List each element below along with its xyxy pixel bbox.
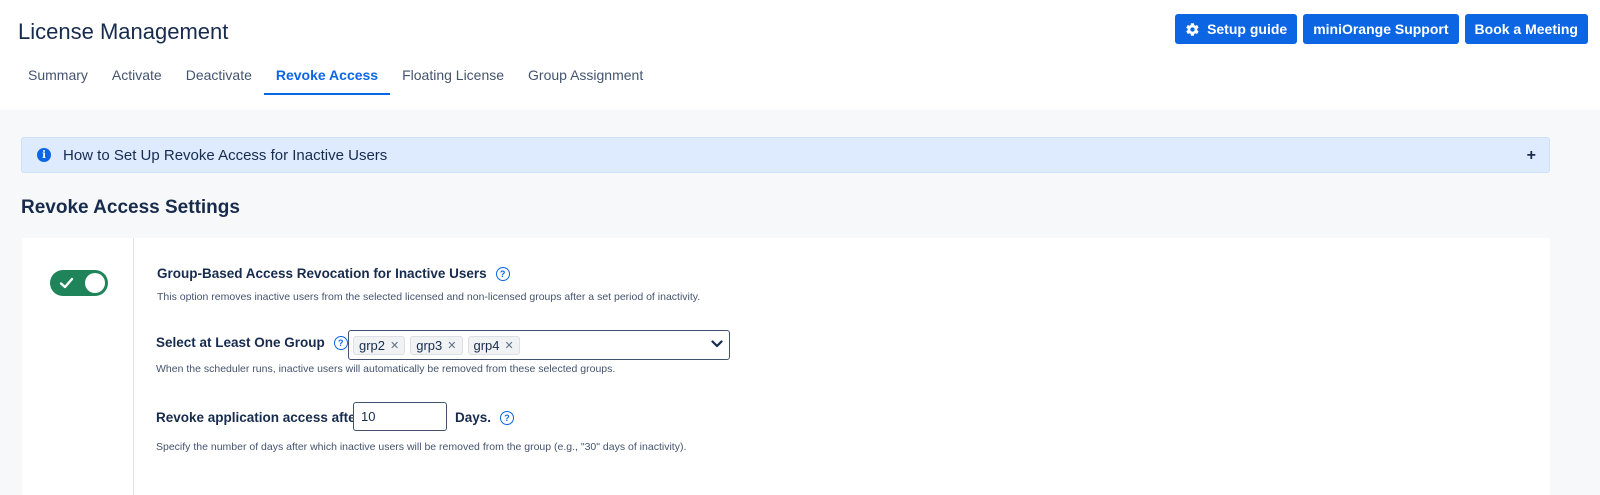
tab-group-assignment[interactable]: Group Assignment bbox=[516, 58, 655, 95]
top-bar: License Management Setup guide miniOrang… bbox=[0, 0, 1600, 110]
support-label: miniOrange Support bbox=[1313, 21, 1449, 37]
option-title-text: Group-Based Access Revocation for Inacti… bbox=[157, 266, 487, 281]
remove-chip-icon[interactable]: ✕ bbox=[447, 339, 456, 352]
book-meeting-label: Book a Meeting bbox=[1474, 21, 1578, 37]
tab-bar: Summary Activate Deactivate Revoke Acces… bbox=[16, 58, 655, 95]
group-multiselect[interactable]: grp2 ✕ grp3 ✕ grp4 ✕ bbox=[348, 330, 730, 360]
question-circle-icon[interactable]: ? bbox=[500, 410, 515, 425]
group-chip: grp4 ✕ bbox=[467, 335, 520, 355]
page-title: License Management bbox=[18, 19, 229, 44]
info-icon: i bbox=[37, 148, 51, 162]
question-circle-icon[interactable]: ? bbox=[495, 266, 510, 281]
group-revocation-toggle[interactable] bbox=[50, 270, 108, 296]
tab-summary[interactable]: Summary bbox=[16, 58, 100, 95]
group-chip-label: grp2 bbox=[359, 337, 386, 353]
question-circle-icon[interactable]: ? bbox=[333, 335, 348, 350]
option-title: Group-Based Access Revocation for Inacti… bbox=[157, 266, 510, 281]
expand-icon[interactable]: + bbox=[1527, 147, 1536, 165]
support-button[interactable]: miniOrange Support bbox=[1303, 14, 1459, 44]
group-help-text: When the scheduler runs, inactive users … bbox=[156, 363, 616, 375]
setup-guide-button[interactable]: Setup guide bbox=[1175, 14, 1298, 44]
panel-divider bbox=[133, 238, 134, 495]
gear-icon bbox=[1186, 22, 1199, 36]
revoke-days-input[interactable] bbox=[353, 402, 447, 431]
check-icon bbox=[59, 277, 74, 289]
group-chip: grp2 ✕ bbox=[353, 335, 406, 355]
days-unit-label: Days. ? bbox=[455, 410, 515, 425]
group-chip: grp3 ✕ bbox=[410, 335, 463, 355]
section-title: Revoke Access Settings bbox=[21, 197, 240, 218]
group-chip-label: grp4 bbox=[473, 337, 500, 353]
toggle-knob bbox=[85, 273, 105, 293]
help-expander-text: How to Set Up Revoke Access for Inactive… bbox=[63, 146, 388, 164]
tab-activate[interactable]: Activate bbox=[100, 58, 174, 95]
chevron-down-icon[interactable] bbox=[711, 339, 723, 349]
settings-panel: Group-Based Access Revocation for Inacti… bbox=[22, 238, 1550, 495]
tab-floating-license[interactable]: Floating License bbox=[390, 58, 516, 95]
header-actions: Setup guide miniOrange Support Book a Me… bbox=[1175, 14, 1588, 44]
book-meeting-button[interactable]: Book a Meeting bbox=[1464, 14, 1588, 44]
group-select-label: Select at Least One Group ? bbox=[156, 335, 348, 350]
group-chip-label: grp3 bbox=[416, 337, 443, 353]
tab-deactivate[interactable]: Deactivate bbox=[174, 58, 264, 95]
revoke-after-label: Revoke application access after bbox=[156, 410, 361, 425]
remove-chip-icon[interactable]: ✕ bbox=[505, 339, 514, 352]
group-select-label-text: Select at Least One Group bbox=[156, 335, 325, 350]
remove-chip-icon[interactable]: ✕ bbox=[390, 339, 399, 352]
option-description: This option removes inactive users from … bbox=[157, 291, 701, 303]
revoke-help-text: Specify the number of days after which i… bbox=[156, 441, 687, 453]
setup-guide-label: Setup guide bbox=[1207, 21, 1288, 37]
revoke-access-help-expander[interactable]: i How to Set Up Revoke Access for Inacti… bbox=[21, 137, 1550, 173]
tab-revoke-access[interactable]: Revoke Access bbox=[263, 58, 391, 95]
days-unit-text: Days. bbox=[455, 410, 492, 425]
